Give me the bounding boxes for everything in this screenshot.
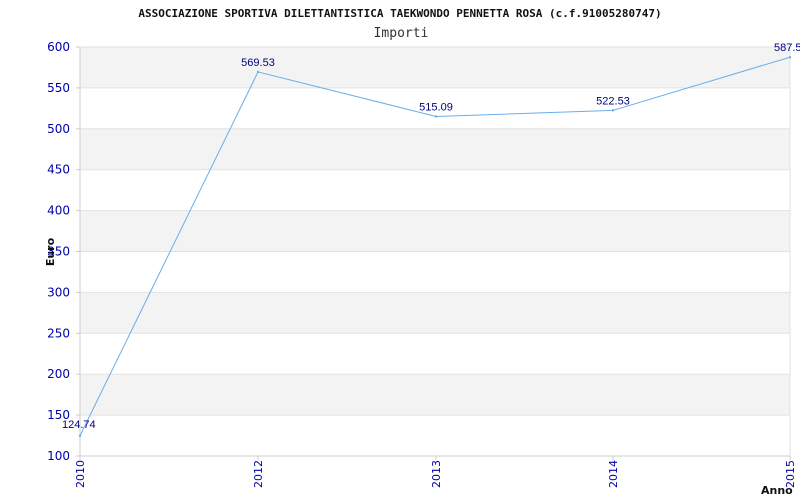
y-axis-label: Euro (44, 237, 57, 266)
x-axis-label: Anno (761, 484, 793, 497)
y-tick-label: 200 (47, 367, 70, 381)
data-label: 587.5 (774, 42, 800, 54)
grid-band (80, 251, 790, 293)
data-label: 124.74 (62, 419, 96, 431)
x-tick-label: 2013 (430, 460, 443, 488)
y-tick-label: 600 (47, 40, 70, 54)
x-tick-label: 2014 (607, 460, 620, 488)
grid-band (80, 374, 790, 416)
x-tick-label: 2012 (252, 460, 265, 488)
y-tick-label: 500 (47, 122, 70, 136)
data-point (78, 434, 82, 437)
data-label: 515.09 (419, 101, 453, 113)
grid-band (80, 128, 790, 170)
data-point (611, 109, 615, 112)
y-tick-label: 100 (47, 449, 70, 463)
y-tick-label: 450 (47, 163, 70, 177)
y-tick-label: 400 (47, 204, 70, 218)
grid-band (80, 47, 790, 88)
grid-band (80, 169, 790, 211)
y-tick-label: 300 (47, 285, 70, 299)
data-point (434, 115, 438, 118)
data-point (256, 70, 260, 74)
data-label: 522.53 (596, 95, 630, 107)
grid-band (80, 292, 790, 334)
y-tick-label: 250 (47, 326, 70, 340)
line-chart: ASSOCIAZIONE SPORTIVA DILETTANTISTICA TA… (44, 7, 800, 497)
data-point (788, 56, 792, 59)
grid-band (80, 333, 790, 375)
x-tick-label: 2010 (74, 460, 87, 488)
chart-title: ASSOCIAZIONE SPORTIVA DILETTANTISTICA TA… (138, 7, 661, 20)
y-tick-label: 550 (47, 81, 70, 95)
chart-subtitle: Importi (374, 26, 429, 41)
grid-band (80, 210, 790, 252)
grid-band (80, 415, 790, 456)
data-label: 569.53 (241, 57, 275, 69)
